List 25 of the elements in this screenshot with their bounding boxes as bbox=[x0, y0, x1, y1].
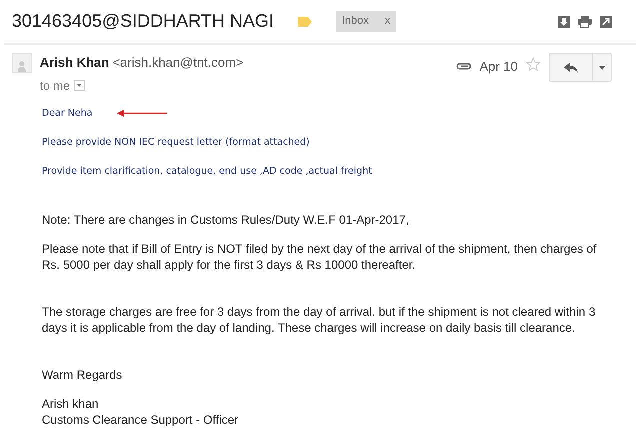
message-paragraph: The storage charges are free for 3 days from the day of arrival. but if the shipment is not cleared within 3 days it is applicable from the day of landing. These charges will increase on daily basis till clearance. bbox=[42, 304, 597, 336]
sender-name: Arish Khan bbox=[40, 55, 110, 70]
message-line: Provide item clarification, catalogue, end use ,AD code ,actual freight bbox=[42, 164, 372, 178]
message-paragraph: Warm Regards bbox=[42, 366, 124, 382]
label-tag: Inbox x bbox=[336, 11, 396, 32]
email-date: Apr 10 bbox=[480, 58, 518, 76]
avatar bbox=[12, 53, 32, 73]
caret-icon bbox=[598, 66, 606, 70]
label-icon bbox=[298, 16, 312, 26]
signature-line: Customs Clearance Support - Officer bbox=[42, 412, 240, 428]
download-icon[interactable] bbox=[558, 16, 570, 28]
caret-icon bbox=[77, 84, 82, 87]
print-icon[interactable] bbox=[578, 16, 592, 28]
details-dropdown[interactable] bbox=[74, 80, 86, 91]
message-paragraph: Please note that if Bill of Entry is NOT filed by the next day of the arrival of the shipment, then charges of Rs. 5000 per day shall apply for the first 3 days & Rs 10000 thereafter. bbox=[42, 240, 598, 272]
reply-icon bbox=[564, 62, 578, 72]
new-window-icon[interactable] bbox=[600, 16, 612, 28]
sender-email: <arish.khan@tnt.com> bbox=[112, 55, 244, 70]
star-icon[interactable] bbox=[526, 57, 541, 72]
message-line: Dear Neha bbox=[42, 106, 93, 120]
recipient-text: to me bbox=[40, 78, 70, 94]
message-line: Please provide NON IEC request letter (format attached) bbox=[42, 136, 310, 148]
email-subject: 301463405@SIDDHARTH NAGI bbox=[12, 10, 274, 33]
message-paragraph: Note: There are changes in Customs Rules/Duty W.E.F 01-Apr-2017, bbox=[42, 212, 410, 228]
signature-line: Arish khan bbox=[42, 396, 100, 412]
